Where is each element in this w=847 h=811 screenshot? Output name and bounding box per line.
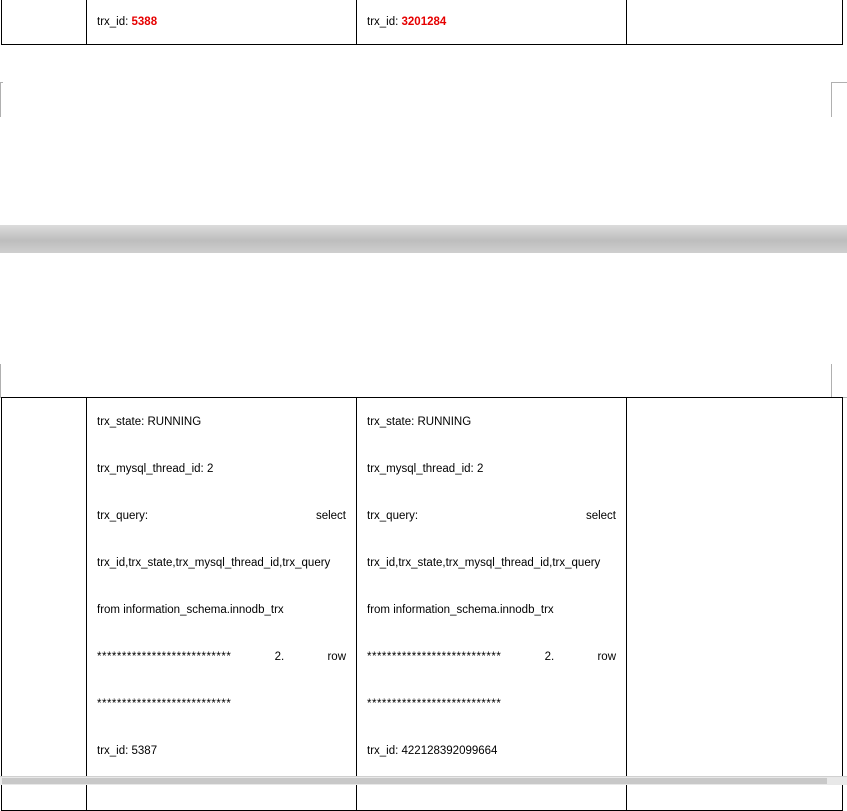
margin-corner-mark — [0, 82, 3, 117]
query-keyword: select — [315, 510, 346, 522]
trx-state-line: trx_state: RUNNING — [97, 416, 202, 428]
thread-id-line: trx_mysql_thread_id: 2 — [97, 463, 214, 475]
row-stars: *************************** — [97, 651, 232, 663]
trx-id-label: trx_id: — [367, 16, 402, 28]
query-keyword: select — [585, 510, 616, 522]
query-line: trx_query: select — [367, 504, 616, 551]
trx-id-value: 3201284 — [401, 16, 447, 28]
table-cell-session-a[interactable]: trx_state: RUNNING trx_mysql_thread_id: … — [86, 397, 357, 811]
query-label: trx_query: — [97, 510, 149, 522]
query-from-line: from information_schema.innodb_trx — [367, 604, 554, 616]
stars-line: *************************** — [367, 698, 502, 710]
query-line: trx_query: select — [97, 504, 346, 551]
page-break-gap — [0, 225, 847, 253]
margin-corner-mark — [831, 82, 847, 117]
table-cell-empty — [1, 0, 87, 45]
table-row: trx_id: 5388 trx_id: 3201284 — [1, 0, 843, 45]
row-separator-line: *************************** 2. row — [367, 645, 616, 692]
query-columns-line: trx_id,trx_state,trx_mysql_thread_id,trx… — [97, 557, 331, 569]
row-stars: *************************** — [367, 651, 502, 663]
query-label: trx_query: — [367, 510, 419, 522]
query-from-line: from information_schema.innodb_trx — [97, 604, 284, 616]
table-cell-session-a[interactable]: trx_id: 5388 — [86, 0, 357, 45]
margin-corner-mark — [831, 364, 847, 398]
scrollbar-thumb[interactable] — [2, 778, 827, 784]
trx-id-label: trx_id: — [97, 16, 132, 28]
table-cell-empty — [1, 397, 87, 811]
table-cell-empty — [626, 0, 843, 45]
document-page-1: trx_id: 5388 trx_id: 3201284 — [0, 0, 847, 225]
transaction-table-bottom: trx_state: RUNNING trx_mysql_thread_id: … — [1, 397, 843, 811]
table-cell-session-b[interactable]: trx_state: RUNNING trx_mysql_thread_id: … — [356, 397, 627, 811]
table-cell-empty — [626, 397, 843, 811]
row-number: 2. — [274, 651, 285, 663]
transaction-table-top: trx_id: 5388 trx_id: 3201284 — [1, 0, 843, 45]
row-number: 2. — [544, 651, 555, 663]
table-row: trx_state: RUNNING trx_mysql_thread_id: … — [1, 397, 843, 811]
row-word: row — [327, 651, 346, 663]
query-columns-line: trx_id,trx_state,trx_mysql_thread_id,trx… — [367, 557, 601, 569]
trx-id-value: 5388 — [131, 16, 158, 28]
trx-state-line: trx_state: RUNNING — [367, 416, 472, 428]
stars-line: *************************** — [97, 698, 232, 710]
margin-corner-mark — [0, 364, 3, 398]
thread-id-line: trx_mysql_thread_id: 2 — [367, 463, 484, 475]
row-word: row — [597, 651, 616, 663]
table-cell-session-b[interactable]: trx_id: 3201284 — [356, 0, 627, 45]
row-separator-line: *************************** 2. row — [97, 645, 346, 692]
